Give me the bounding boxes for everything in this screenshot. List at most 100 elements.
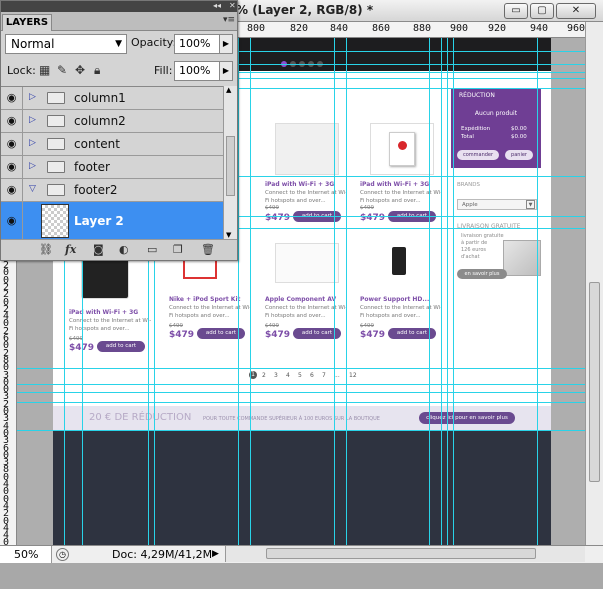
fill-input[interactable]: 100%: [174, 61, 224, 81]
guide-line[interactable]: [453, 38, 454, 545]
visibility-eye-icon[interactable]: ◉: [1, 133, 23, 155]
close-button[interactable]: ✕: [556, 3, 596, 19]
horizontal-scrollbar[interactable]: [225, 546, 585, 562]
lock-move-icon[interactable]: ✥: [75, 63, 85, 77]
learn-more-button[interactable]: en savoir plus: [457, 269, 507, 279]
collapse-triangle-icon[interactable]: ▽: [29, 184, 36, 194]
scroll-down-icon[interactable]: ▼: [226, 231, 231, 239]
page-link[interactable]: 6: [310, 372, 314, 379]
lock-brush-icon[interactable]: ✎: [57, 63, 67, 77]
mask-icon[interactable]: ◙: [93, 243, 104, 256]
expand-triangle-icon[interactable]: ▷: [29, 115, 36, 125]
scrollbar-thumb[interactable]: [266, 548, 536, 559]
opacity-input[interactable]: 100%: [174, 34, 224, 54]
scrollbar-thumb[interactable]: [589, 282, 600, 482]
page-link[interactable]: 5: [298, 372, 302, 379]
visibility-eye-icon[interactable]: ◉: [1, 87, 23, 109]
guide-line[interactable]: [238, 38, 239, 545]
lock-all-icon[interactable]: 🔒︎: [94, 63, 100, 78]
page-link[interactable]: 7: [322, 372, 326, 379]
folder-icon: [47, 161, 65, 173]
scroll-up-icon[interactable]: ▲: [226, 86, 231, 94]
promo-button[interactable]: cliquez ici pour en savoir plus: [419, 412, 515, 424]
product-image: [370, 123, 434, 175]
layer-list[interactable]: ◉ ▷ column1 ◉ ▷ column2 ◉ ▷ content ◉ ▷ …: [1, 86, 223, 241]
tab-layers[interactable]: LAYERS: [2, 14, 52, 31]
guide-line[interactable]: [346, 38, 347, 545]
minimize-button[interactable]: ▭: [504, 3, 528, 19]
blend-mode-select[interactable]: Normal ▼: [5, 34, 127, 54]
ruler-tick: 960: [567, 23, 586, 34]
guide-line[interactable]: [334, 38, 335, 545]
guide-line[interactable]: [429, 38, 430, 545]
product-old-price: $499: [169, 323, 183, 329]
shipping-value: $0.00: [511, 126, 527, 132]
expand-triangle-icon[interactable]: ▷: [29, 161, 36, 171]
layers-panel[interactable]: ◂◂ ✕ LAYERS ▾≡ Normal ▼ Opacity: 100% ▶ …: [0, 0, 238, 261]
guide-line[interactable]: [537, 38, 538, 545]
ruler-tick: 880: [413, 23, 432, 34]
apple-logo-icon: [398, 141, 407, 150]
restore-button[interactable]: ▢: [530, 3, 554, 19]
zoom-level[interactable]: 50%: [0, 546, 52, 563]
expand-triangle-icon[interactable]: ▷: [29, 92, 36, 102]
layer-row-content[interactable]: ◉ ▷ content: [1, 133, 223, 156]
layer-name: footer: [74, 160, 110, 174]
visibility-eye-icon[interactable]: ◉: [1, 202, 23, 240]
panel-menu-icon[interactable]: ▾≡: [223, 15, 235, 25]
guide-line[interactable]: [17, 368, 585, 369]
visibility-eye-icon[interactable]: ◉: [1, 110, 23, 132]
panel-header[interactable]: ◂◂ ✕: [1, 1, 237, 12]
adjustment-icon[interactable]: ◐: [119, 243, 129, 256]
fill-slider-button[interactable]: ▶: [219, 61, 233, 81]
scrollbar-thumb[interactable]: [226, 136, 235, 196]
status-menu-arrow-icon[interactable]: ▶: [212, 549, 219, 559]
guide-line[interactable]: [447, 38, 448, 545]
layer-row-column2[interactable]: ◉ ▷ column2: [1, 110, 223, 133]
promo-text: POUR TOUTE COMMANDE SUPÉRIEUR À 100 EURO…: [203, 416, 380, 422]
product-card[interactable]: Power Support HD... Connect to the Inter…: [360, 243, 448, 353]
visibility-eye-icon[interactable]: ◉: [1, 156, 23, 178]
vertical-scrollbar[interactable]: [585, 22, 603, 545]
guide-line[interactable]: [441, 38, 442, 545]
layer-name: column2: [74, 114, 126, 128]
layer-row-layer2[interactable]: ◉ Layer 2: [1, 202, 223, 241]
cart-button[interactable]: panier: [505, 150, 533, 160]
fx-icon[interactable]: fx: [65, 243, 76, 256]
product-image: [370, 243, 434, 283]
expand-triangle-icon[interactable]: ▷: [29, 138, 36, 148]
brand-select[interactable]: Apple ▼: [457, 199, 537, 210]
opacity-slider-button[interactable]: ▶: [219, 34, 233, 54]
product-card[interactable]: Apple Component AV Connect to the Intern…: [265, 243, 353, 353]
layer-row-footer[interactable]: ◉ ▷ footer: [1, 156, 223, 179]
visibility-eye-icon[interactable]: ◉: [1, 179, 23, 201]
close-panel-icon[interactable]: ✕: [229, 1, 236, 11]
ruler-tick: 900: [450, 23, 469, 34]
folder-icon[interactable]: ▭: [147, 243, 157, 256]
guide-line[interactable]: [17, 392, 585, 393]
guide-line[interactable]: [250, 38, 251, 545]
add-to-cart-button[interactable]: add to cart: [97, 341, 145, 352]
guide-line[interactable]: [17, 402, 585, 403]
guide-line[interactable]: [17, 430, 585, 431]
layer-row-column1[interactable]: ◉ ▷ column1: [1, 87, 223, 110]
status-info-icon[interactable]: ◷: [56, 548, 69, 561]
new-layer-icon[interactable]: ❐: [173, 243, 183, 256]
layer-toolbar: ⛓ fx ◙ ◐ ▭ ❐ 🗑︎: [1, 239, 237, 260]
page-link[interactable]: 3: [274, 372, 278, 379]
product-desc: Connect to the Internet at Wi-Fi hotspot…: [169, 305, 252, 319]
collapse-icon[interactable]: ◂◂: [213, 1, 221, 11]
layer-row-footer2[interactable]: ◉ ▽ footer2: [1, 179, 223, 202]
trash-icon[interactable]: 🗑︎: [201, 243, 215, 256]
page-link[interactable]: 2: [262, 372, 266, 379]
order-button[interactable]: commander: [457, 150, 499, 160]
guide-line[interactable]: [17, 384, 585, 385]
mockup-footer: [53, 431, 551, 545]
lock-transparent-icon[interactable]: ▦: [39, 63, 50, 77]
layer-list-scrollbar[interactable]: ▲ ▼: [223, 86, 237, 239]
page-link[interactable]: 4: [286, 372, 290, 379]
link-icon[interactable]: ⛓: [39, 243, 53, 256]
cart-title: RÉDUCTION: [459, 92, 495, 99]
brand-select-value: Apple: [462, 202, 478, 208]
page-link[interactable]: 12: [349, 372, 357, 379]
